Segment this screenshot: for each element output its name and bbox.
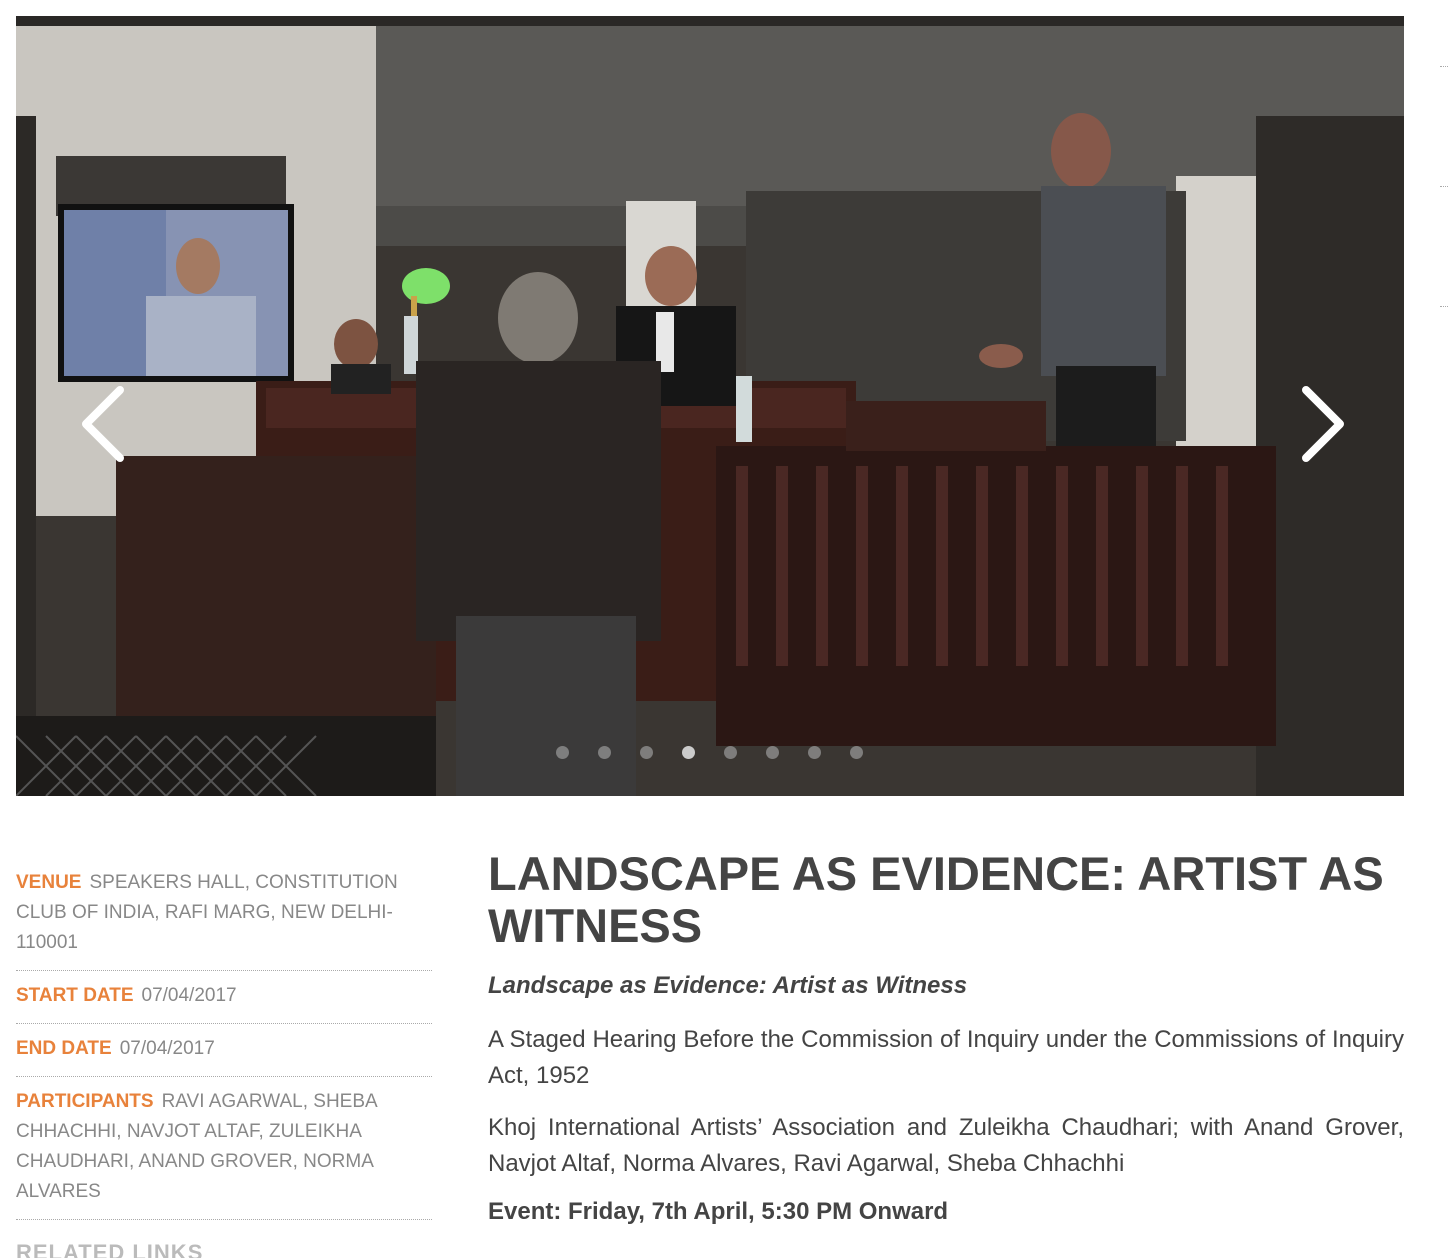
right-sidebar-clipped xyxy=(1440,0,1448,480)
end-date-value: 07/04/2017 xyxy=(119,1038,215,1059)
event-meta: VENUE SPEAKERS HALL, CONSTITUTION CLUB OF… xyxy=(16,868,432,1230)
page-title: LANDSCAPE AS EVIDENCE: ARTIST AS WITNESS xyxy=(488,847,1384,952)
carousel-pagination xyxy=(556,746,892,759)
venue-label: VENUE xyxy=(16,872,82,893)
participants-label: PARTICIPANTS xyxy=(16,1091,154,1112)
start-date-row: START DATE 07/04/2017 xyxy=(16,981,432,1024)
related-links-heading: RELATED LINKS xyxy=(16,1240,204,1258)
venue-row: VENUE SPEAKERS HALL, CONSTITUTION CLUB OF… xyxy=(16,868,432,971)
start-date-value: 07/04/2017 xyxy=(141,985,237,1006)
event-time: Event: Friday, 7th April, 5:30 PM Onward xyxy=(488,1198,949,1225)
carousel-dot[interactable] xyxy=(808,746,821,759)
carousel-dot[interactable] xyxy=(640,746,653,759)
event-subtitle: Landscape as Evidence: Artist as Witness xyxy=(488,972,968,999)
end-date-label: END DATE xyxy=(16,1038,112,1059)
event-credits: Khoj International Artists’ Association … xyxy=(488,1114,1404,1177)
chevron-left-icon xyxy=(82,386,124,462)
carousel-photo xyxy=(16,16,1404,796)
chevron-right-icon xyxy=(1302,386,1344,462)
carousel-dot[interactable] xyxy=(766,746,779,759)
start-date-label: START DATE xyxy=(16,985,134,1006)
page: VENUE SPEAKERS HALL, CONSTITUTION CLUB OF… xyxy=(0,0,1448,1258)
carousel-next-button[interactable] xyxy=(1292,384,1352,464)
carousel-dot[interactable] xyxy=(724,746,737,759)
end-date-row: END DATE 07/04/2017 xyxy=(16,1034,432,1077)
carousel-dot[interactable] xyxy=(850,746,863,759)
carousel-dot[interactable] xyxy=(556,746,569,759)
carousel-dot[interactable] xyxy=(598,746,611,759)
event-description: A Staged Hearing Before the Commission o… xyxy=(488,1026,1404,1089)
event-content: LANDSCAPE AS EVIDENCE: ARTIST AS WITNESS… xyxy=(488,848,1404,1226)
image-carousel[interactable] xyxy=(16,16,1404,796)
participants-row: PARTICIPANTS RAVI AGARWAL, SHEBA CHHACHHI… xyxy=(16,1087,432,1220)
carousel-prev-button[interactable] xyxy=(74,384,134,464)
carousel-dot-active[interactable] xyxy=(682,746,695,759)
